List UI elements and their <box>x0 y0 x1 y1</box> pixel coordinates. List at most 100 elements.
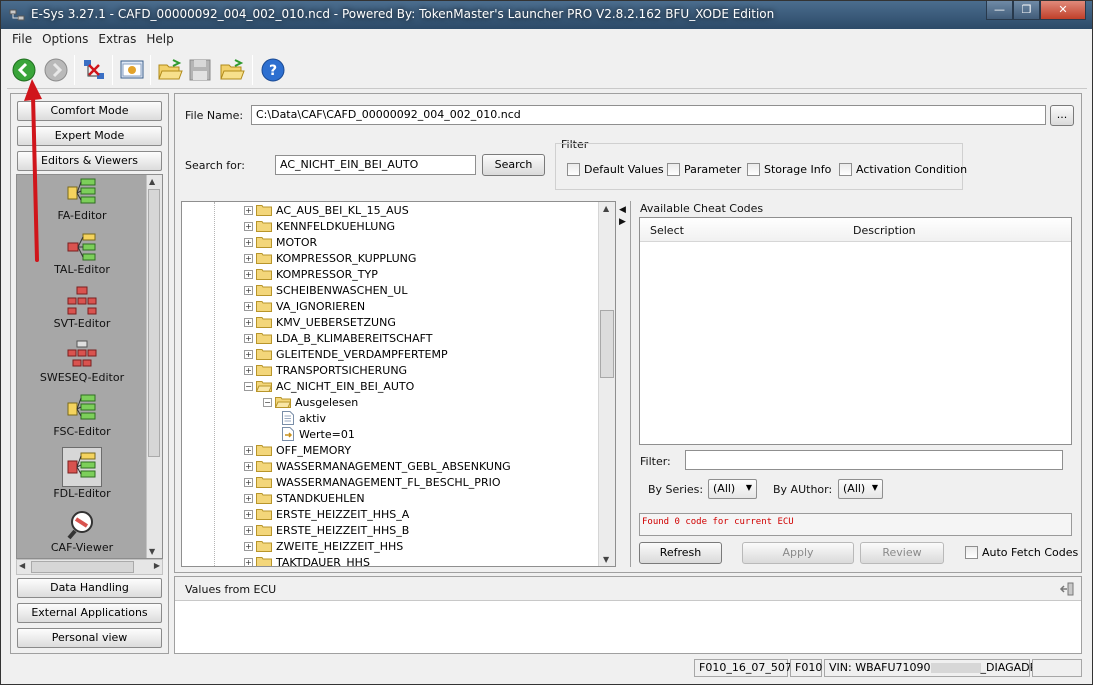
expand-icon[interactable]: + <box>244 477 253 487</box>
by-author-select[interactable]: (All) ▼ <box>838 479 883 499</box>
fdl-editor-item[interactable]: FDL-Editor <box>17 447 147 500</box>
menu-help[interactable]: Help <box>141 30 178 48</box>
scroll-thumb[interactable] <box>148 189 160 457</box>
open-button[interactable] <box>155 56 185 84</box>
tree-node[interactable]: − Ausgelesen <box>263 394 358 410</box>
tree-node[interactable]: + KENNFELDKUEHLUNG <box>244 218 395 234</box>
checkbox-box[interactable] <box>567 163 580 176</box>
collapse-icon[interactable]: − <box>244 381 253 391</box>
expand-icon[interactable]: + <box>244 237 253 247</box>
sweseq-editor-item[interactable]: SWESEQ-Editor <box>17 339 147 384</box>
save-button[interactable] <box>185 56 215 84</box>
fa-editor-item[interactable]: FA-Editor <box>17 177 147 222</box>
tree-node[interactable]: + KOMPRESSOR_KUPPLUNG <box>244 250 416 266</box>
tool-list-scrollbar[interactable]: ▲ ▼ <box>146 175 162 558</box>
browse-button[interactable]: ... <box>1050 105 1074 126</box>
tree-node[interactable]: + ERSTE_HEIZZEIT_HHS_B <box>244 522 409 538</box>
fsc-editor-item[interactable]: FSC-Editor <box>17 393 147 438</box>
caf-viewer-item[interactable]: CAF-Viewer <box>17 509 147 554</box>
tree-node[interactable]: + MOTOR <box>244 234 317 250</box>
tree-node[interactable]: + GLEITENDE_VERDAMPFERTEMP <box>244 346 448 362</box>
collapse-icon[interactable]: − <box>263 397 272 407</box>
tree-scrollbar[interactable]: ▲ ▼ <box>598 202 615 566</box>
expand-icon[interactable]: + <box>244 253 253 263</box>
scroll-down-icon[interactable]: ▼ <box>603 555 609 564</box>
svt-editor-item[interactable]: SVT-Editor <box>17 285 147 330</box>
checkbox-box[interactable] <box>965 546 978 559</box>
menu-file[interactable]: File <box>7 30 37 48</box>
scroll-left-icon[interactable]: ◀ <box>19 561 25 570</box>
external-applications-button[interactable]: External Applications <box>17 603 162 623</box>
expand-icon[interactable]: + <box>244 285 253 295</box>
tree-node[interactable]: + VA_IGNORIEREN <box>244 298 365 314</box>
expand-right-icon[interactable]: ▶ <box>619 217 626 227</box>
tree-node[interactable]: + WASSERMANAGEMENT_GEBL_ABSENKUNG <box>244 458 511 474</box>
default-values-checkbox[interactable]: Default Values <box>567 163 664 176</box>
expand-icon[interactable]: + <box>244 541 253 551</box>
tree-node[interactable]: + STANDKUEHLEN <box>244 490 365 506</box>
tree-scroll-thumb[interactable] <box>600 310 614 378</box>
activation-condition-checkbox[interactable]: Activation Condition <box>839 163 967 176</box>
expand-icon[interactable]: + <box>244 365 253 375</box>
undock-icon[interactable] <box>1059 582 1075 596</box>
menu-options[interactable]: Options <box>37 30 93 48</box>
tree-node[interactable]: Werte=01 <box>282 426 355 442</box>
comfort-mode-button[interactable]: Comfort Mode <box>17 101 162 121</box>
tree-node[interactable]: + OFF_MEMORY <box>244 442 351 458</box>
file-name-field[interactable]: C:\Data\CAF\CAFD_00000092_004_002_010.nc… <box>251 105 1046 125</box>
tree-node[interactable]: − AC_NICHT_EIN_BEI_AUTO <box>244 378 414 394</box>
menu-extras[interactable]: Extras <box>93 30 141 48</box>
tree-node[interactable]: + SCHEIBENWASCHEN_UL <box>244 282 407 298</box>
help-button[interactable]: ? <box>258 56 288 84</box>
tal-editor-item[interactable]: TAL-Editor <box>17 231 147 276</box>
forward-button[interactable] <box>41 56 71 84</box>
tool-list-hscrollbar[interactable]: ◀ ▶ <box>16 559 163 575</box>
checkbox-box[interactable] <box>747 163 760 176</box>
checkbox-box[interactable] <box>667 163 680 176</box>
expand-icon[interactable]: + <box>244 349 253 359</box>
review-button[interactable]: Review <box>860 542 944 564</box>
hscroll-thumb[interactable] <box>31 561 134 573</box>
apply-button[interactable]: Apply <box>742 542 854 564</box>
expand-icon[interactable]: + <box>244 205 253 215</box>
cheat-filter-input[interactable] <box>685 450 1063 470</box>
tree-node[interactable]: + AC_AUS_BEI_KL_15_AUS <box>244 202 409 218</box>
col-select[interactable]: Select <box>650 224 684 237</box>
personal-view-button[interactable]: Personal view <box>17 628 162 648</box>
expand-icon[interactable]: + <box>244 493 253 503</box>
tree-node[interactable]: aktiv <box>282 410 326 426</box>
collapse-left-icon[interactable]: ◀ <box>619 205 626 215</box>
tree-node[interactable]: + KMV_UEBERSETZUNG <box>244 314 396 330</box>
scroll-right-icon[interactable]: ▶ <box>154 561 160 570</box>
scroll-down-icon[interactable]: ▼ <box>149 547 155 556</box>
tree-node[interactable]: + WASSERMANAGEMENT_FL_BESCHL_PRIO <box>244 474 501 490</box>
expand-icon[interactable]: + <box>244 269 253 279</box>
cheat-codes-table[interactable]: Select Description <box>639 217 1072 445</box>
scroll-up-icon[interactable]: ▲ <box>149 177 155 186</box>
expand-icon[interactable]: + <box>244 525 253 535</box>
tree-node[interactable]: + LDA_B_KLIMABEREITSCHAFT <box>244 330 432 346</box>
col-description[interactable]: Description <box>853 224 916 237</box>
tree-node[interactable]: + TRANSPORTSICHERUNG <box>244 362 407 378</box>
back-button[interactable] <box>9 56 39 84</box>
expand-icon[interactable]: + <box>244 557 253 566</box>
expand-icon[interactable]: + <box>244 509 253 519</box>
search-button[interactable]: Search <box>482 154 545 176</box>
tree-node[interactable]: + ERSTE_HEIZZEIT_HHS_A <box>244 506 409 522</box>
parameter-checkbox[interactable]: Parameter <box>667 163 741 176</box>
editors-viewers-button[interactable]: Editors & Viewers <box>17 151 162 171</box>
by-series-select[interactable]: (All) ▼ <box>708 479 757 499</box>
auto-fetch-checkbox[interactable]: Auto Fetch Codes <box>965 546 1078 559</box>
storage-info-checkbox[interactable]: Storage Info <box>747 163 831 176</box>
refresh-button[interactable]: Refresh <box>639 542 722 564</box>
expand-icon[interactable]: + <box>244 461 253 471</box>
expert-mode-button[interactable]: Expert Mode <box>17 126 162 146</box>
terminal-button[interactable] <box>117 56 147 84</box>
minimize-button[interactable]: — <box>986 1 1013 20</box>
checkbox-box[interactable] <box>839 163 852 176</box>
data-handling-button[interactable]: Data Handling <box>17 578 162 598</box>
tree-node[interactable]: + KOMPRESSOR_TYP <box>244 266 378 282</box>
tree-node[interactable]: + TAKTDAUER_HHS <box>244 554 370 566</box>
tree-node[interactable]: + ZWEITE_HEIZZEIT_HHS <box>244 538 403 554</box>
maximize-button[interactable]: ❐ <box>1013 1 1040 20</box>
